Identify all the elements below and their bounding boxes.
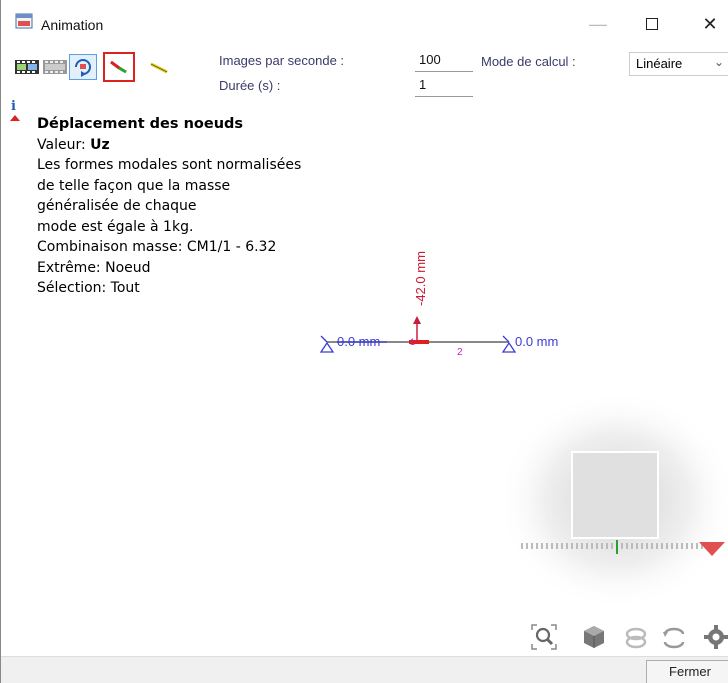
animation-toolbar: Images par seconde : 100 Durée (s) : 1 M… bbox=[1, 46, 728, 98]
view-toolbar bbox=[1, 622, 728, 652]
window-title: Animation bbox=[41, 17, 104, 33]
status-bar bbox=[1, 656, 728, 683]
line-pen-icon[interactable] bbox=[145, 54, 173, 80]
view-cube-face[interactable] bbox=[571, 451, 659, 539]
view-cube-icon[interactable] bbox=[579, 622, 609, 652]
left-support-icon bbox=[319, 341, 335, 353]
close-button[interactable]: Fermer bbox=[646, 660, 728, 683]
left-arrow-icon bbox=[320, 335, 328, 343]
vertical-displacement-label: -42.0 mm bbox=[413, 251, 428, 306]
duration-label: Durée (s) : bbox=[219, 78, 281, 93]
right-support-icon bbox=[501, 341, 517, 353]
rotate-right-icon[interactable] bbox=[659, 622, 689, 652]
displacement-arrow-head-icon bbox=[413, 316, 421, 324]
right-displacement-label: 0.0 mm bbox=[515, 334, 558, 349]
fps-input[interactable]: 100 bbox=[415, 52, 473, 72]
zoom-fit-icon[interactable] bbox=[529, 622, 559, 652]
rotate-left-icon[interactable] bbox=[621, 622, 651, 652]
fps-label: Images par seconde : bbox=[219, 53, 345, 68]
animation-window: Animation — ✕ Images par seconde: 100 D… bbox=[0, 0, 728, 683]
navigation-cube[interactable] bbox=[507, 390, 728, 610]
film-strip-icon[interactable] bbox=[13, 54, 41, 80]
animation-app-icon bbox=[15, 12, 33, 30]
node-number-label: 1 bbox=[410, 337, 415, 347]
minimize-icon[interactable]: — bbox=[575, 8, 621, 40]
film-strip-gray-icon[interactable] bbox=[41, 54, 69, 80]
title-bar[interactable]: Animation — ✕ bbox=[1, 0, 728, 46]
mode-select[interactable]: Linéaire ⌄ bbox=[629, 52, 728, 76]
mode-label: Mode de calcul : bbox=[481, 54, 576, 69]
maximize-icon[interactable] bbox=[629, 8, 675, 40]
member-number-label: 2 bbox=[457, 347, 463, 358]
duration-input[interactable]: 1 bbox=[415, 77, 473, 97]
settings-gear-icon[interactable] bbox=[701, 622, 728, 652]
animation-loop-icon[interactable] bbox=[69, 54, 97, 80]
mode-select-value: Linéaire bbox=[636, 56, 683, 71]
deformed-shape-icon[interactable] bbox=[103, 52, 135, 82]
close-icon[interactable]: ✕ bbox=[687, 8, 728, 40]
chevron-down-icon: ⌄ bbox=[713, 55, 724, 69]
